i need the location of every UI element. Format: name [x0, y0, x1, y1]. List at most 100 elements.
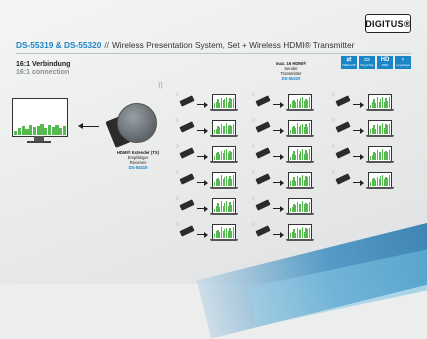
- transmitter-laptop-pair: )): [252, 91, 318, 114]
- wireless-signal-icon: )): [332, 117, 335, 122]
- laptop-base: [286, 213, 314, 215]
- laptop-bar: [232, 201, 234, 212]
- laptop-bar: [232, 97, 234, 108]
- laptop-base: [366, 135, 394, 137]
- laptop-screen: [212, 224, 236, 240]
- laptop-bar: [308, 175, 310, 186]
- transmitter-laptop-pair: )): [332, 117, 398, 140]
- laptop-icon: [366, 94, 394, 112]
- hdmi-transmitter-dongle: [179, 95, 195, 107]
- connection-arrow: [353, 179, 364, 186]
- connection-arrow: [273, 101, 284, 108]
- wireless-signal-icon: )): [252, 221, 255, 226]
- transmitter-laptop-pair: )): [252, 169, 318, 192]
- laptop-bar-graphic: [370, 97, 390, 108]
- transmitter-laptop-pair: )): [332, 91, 398, 114]
- laptop-icon: [286, 146, 314, 164]
- page-background: DIGITUS® DS-55319 & DS-55320//Wireless P…: [0, 0, 427, 339]
- laptop-icon: [286, 198, 314, 216]
- monitor-bar: [21, 126, 25, 135]
- laptop-screen: [368, 146, 392, 162]
- laptop-base: [210, 213, 238, 215]
- laptop-bar-graphic: [214, 227, 234, 238]
- wireless-signal-icon: )): [176, 221, 179, 226]
- screen-icon: ▭ Plug & Play: [359, 56, 375, 69]
- laptop-bar: [308, 227, 310, 238]
- laptop-screen: [212, 146, 236, 162]
- laptop-screen: [212, 172, 236, 188]
- wireless-signal-icon: )): [176, 195, 179, 200]
- wireless-signal-icon: )): [332, 143, 335, 148]
- laptop-bar-graphic: [370, 175, 390, 186]
- laptop-icon: [366, 146, 394, 164]
- laptop-screen: [288, 172, 312, 188]
- hdmi-transmitter-dongle: [255, 121, 271, 133]
- arrow-icon: › Long Range: [395, 56, 411, 69]
- monitor-bar: [59, 128, 63, 135]
- laptop-icon: [210, 94, 238, 112]
- laptop-bar: [388, 175, 390, 186]
- wireless-signal-icon: )): [176, 169, 179, 174]
- laptop-bar-graphic: [290, 175, 310, 186]
- hdmi-transmitter-dongle: [335, 121, 351, 133]
- laptop-base: [286, 161, 314, 163]
- transmitter-laptop-pair: )): [176, 169, 242, 192]
- hdmi-transmitter-dongle: [255, 147, 271, 159]
- laptop-bar-graphic: [290, 201, 310, 212]
- laptop-screen: [212, 120, 236, 136]
- laptop-bar-graphic: [370, 149, 390, 160]
- transmitter-laptop-pair: )): [176, 195, 242, 218]
- laptop-bar: [232, 227, 234, 238]
- monitor-bar: [47, 125, 51, 135]
- connection-title-de: 16:1 Verbindung: [16, 61, 71, 68]
- connection-arrow: [197, 101, 208, 108]
- laptop-bar: [388, 97, 390, 108]
- laptop-icon: [286, 172, 314, 190]
- laptop-base: [366, 109, 394, 111]
- signal-arrow-to-display: [78, 123, 99, 129]
- transmitter-laptop-pair: )): [252, 143, 318, 166]
- laptop-bar-graphic: [214, 175, 234, 186]
- display-monitor: [12, 98, 68, 144]
- wireless-signal-icon: )): [332, 169, 335, 174]
- monitor-bar: [29, 124, 33, 135]
- hdmi-transmitter-dongle: [255, 199, 271, 211]
- laptop-base: [210, 187, 238, 189]
- laptop-icon: [210, 224, 238, 242]
- laptop-bar-graphic: [290, 97, 310, 108]
- laptop-screen: [212, 198, 236, 214]
- laptop-bar-graphic: [290, 149, 310, 160]
- hdmi-transmitter-dongle: [179, 199, 195, 211]
- laptop-bar: [232, 124, 234, 134]
- wireless-signal-icon: )): [252, 143, 255, 148]
- connection-arrow: [273, 127, 284, 134]
- monitor-bar: [25, 128, 29, 135]
- laptop-bar: [388, 150, 390, 160]
- laptop-bar-graphic: [370, 123, 390, 134]
- laptop-icon: [366, 172, 394, 190]
- connection-arrow: [197, 231, 208, 238]
- laptop-icon: [366, 120, 394, 138]
- connection-arrow: [197, 153, 208, 160]
- hdmi-transmitter-dongle: [335, 147, 351, 159]
- wireless-signal-icon: )): [252, 91, 255, 96]
- monitor-bar: [14, 130, 18, 135]
- monitor-base: [27, 141, 51, 143]
- laptop-bar: [308, 149, 310, 160]
- hdmi-transmitter-dongle: [179, 173, 195, 185]
- laptop-icon: [286, 94, 314, 112]
- laptop-icon: [210, 120, 238, 138]
- laptop-screen: [212, 94, 236, 110]
- connection-arrow: [197, 205, 208, 212]
- transmitter-laptop-pair: )): [252, 221, 318, 244]
- transmitter-laptop-pair: )): [176, 143, 242, 166]
- sender-label: max. 16 HDMI® Sender Transmitter DS-5532…: [275, 61, 307, 81]
- connection-title-en: 16:1 connection: [16, 69, 70, 76]
- laptop-bar-graphic: [214, 201, 234, 212]
- laptop-bar: [388, 123, 390, 134]
- laptop-bar-graphic: [214, 97, 234, 108]
- transmitter-laptop-pair: )): [176, 221, 242, 244]
- connection-arrow: [197, 179, 208, 186]
- hdmi-transmitter-dongle: [179, 147, 195, 159]
- product-title: Wireless Presentation System, Set + Wire…: [111, 40, 355, 50]
